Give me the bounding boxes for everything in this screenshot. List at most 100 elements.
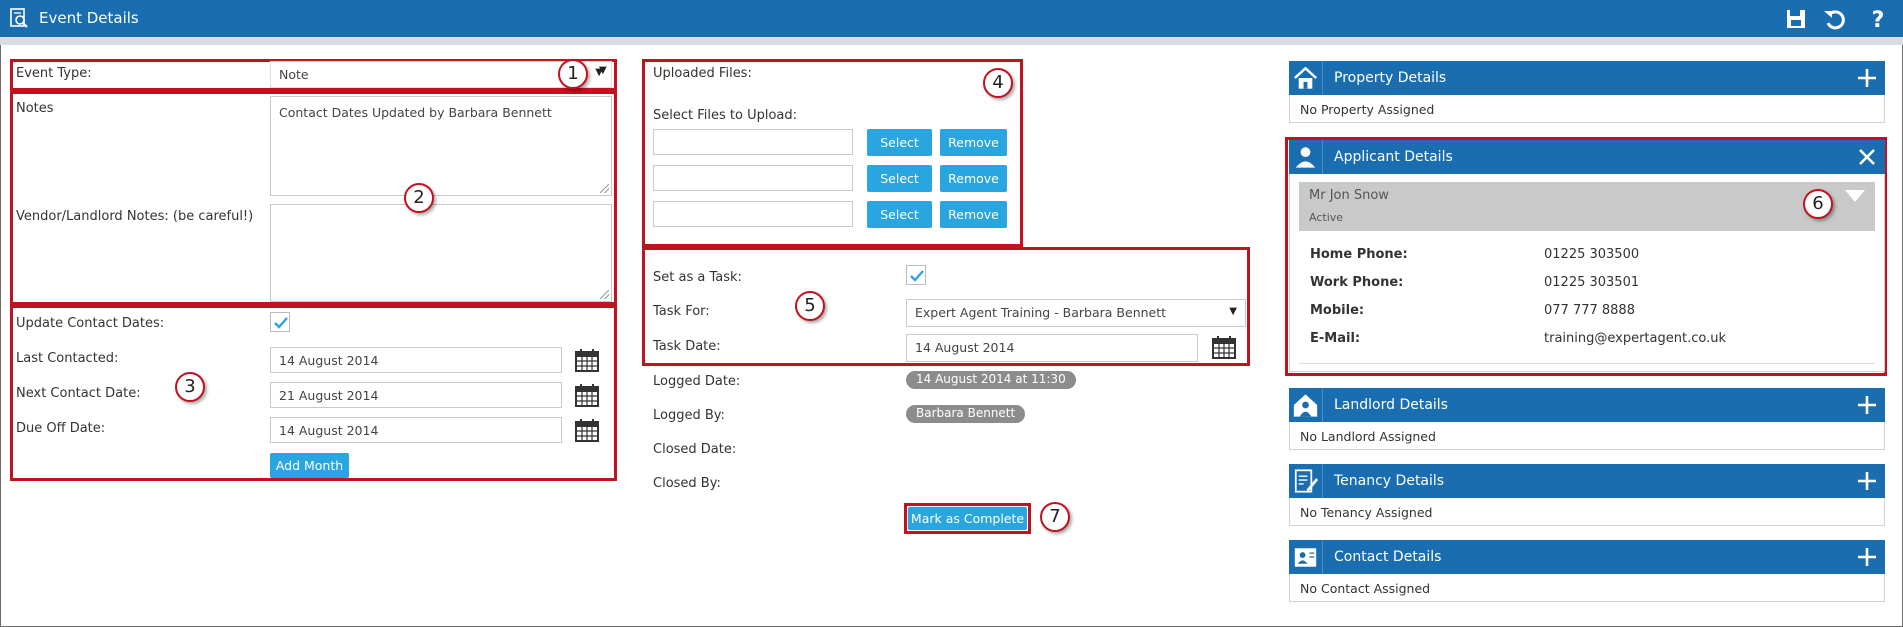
chevron-down-icon: ▼ [599,65,607,76]
due-off-label: Due Off Date: [16,421,106,436]
task-for-select[interactable]: Expert Agent Training - Barbara Bennett … [906,299,1246,327]
file-input[interactable] [653,165,853,191]
property-details-title: Property Details [1334,70,1447,86]
mark-as-complete-button[interactable]: Mark as Complete [908,507,1027,530]
landlord-details-header[interactable]: Landlord Details [1289,388,1885,422]
task-for-value: Expert Agent Training - Barbara Bennett [915,305,1167,320]
plus-icon[interactable] [1855,393,1879,417]
checkmark-icon [274,317,288,329]
chevron-down-icon: ▼ [1229,306,1237,317]
callout-5: 5 [795,291,825,321]
vendor-notes-label: Vendor/Landlord Notes: (be careful!) [16,209,254,224]
plus-icon[interactable] [1855,469,1879,493]
undo-icon[interactable] [1821,5,1849,33]
closed-date-label: Closed Date: [653,442,737,457]
file-input[interactable] [653,129,853,155]
add-month-button[interactable]: Add Month [270,453,349,478]
home-phone-label: Home Phone: [1310,247,1408,262]
callout-1: 1 [558,59,588,89]
event-type-label: Event Type: [16,66,92,81]
mobile-value: 077 777 8888 [1544,303,1635,318]
divider [1299,363,1875,364]
calendar-icon[interactable] [574,347,600,373]
title-bar: Event Details ? [0,0,1903,37]
logged-date-label: Logged Date: [653,374,741,389]
chevron-down-icon[interactable] [1845,190,1865,202]
header-divider [0,37,1903,45]
applicant-details-header[interactable]: Applicant Details [1289,140,1885,174]
tenancy-details-header[interactable]: Tenancy Details [1289,464,1885,498]
select-files-label: Select Files to Upload: [653,108,798,123]
callout-6: 6 [1803,189,1833,219]
task-for-label: Task For: [653,304,710,319]
select-file-button[interactable]: Select [867,201,932,228]
next-contact-input[interactable]: 21 August 2014 [270,382,562,408]
work-phone-label: Work Phone: [1310,275,1404,290]
task-date-label: Task Date: [653,339,721,354]
work-phone-value: 01225 303501 [1544,275,1640,290]
contact-card-icon [1289,540,1323,574]
landlord-details-title: Landlord Details [1334,397,1448,413]
home-phone-value: 01225 303500 [1544,247,1640,262]
notes-label: Notes [16,101,54,116]
contact-details-body: No Contact Assigned [1289,574,1885,602]
event-type-value: Note [279,67,309,82]
calendar-icon[interactable] [574,417,600,443]
mobile-label: Mobile: [1310,303,1365,318]
calendar-icon[interactable] [574,382,600,408]
save-icon[interactable] [1782,5,1810,33]
vendor-notes-textarea[interactable] [270,204,612,302]
update-contact-checkbox[interactable] [270,312,290,332]
close-icon[interactable] [1855,145,1879,169]
remove-file-button[interactable]: Remove [940,129,1007,156]
remove-file-button[interactable]: Remove [940,165,1007,192]
select-file-button[interactable]: Select [867,165,932,192]
task-date-input[interactable]: 14 August 2014 [906,334,1198,362]
landlord-details-body: No Landlord Assigned [1289,422,1885,450]
plus-icon[interactable] [1855,66,1879,90]
resize-grip-icon[interactable] [600,184,609,193]
due-off-input[interactable]: 14 August 2014 [270,417,562,443]
email-label: E-Mail: [1310,331,1361,346]
help-icon[interactable]: ? [1864,5,1892,33]
last-contacted-input[interactable]: 14 August 2014 [270,347,562,373]
remove-file-button[interactable]: Remove [940,201,1007,228]
tenancy-details-title: Tenancy Details [1334,473,1445,489]
set-task-checkbox[interactable] [906,265,926,285]
svg-text:?: ? [1872,8,1885,33]
event-search-icon [10,8,28,28]
update-contact-label: Update Contact Dates: [16,316,165,331]
logged-by-label: Logged By: [653,408,725,423]
logged-date-badge: 14 August 2014 at 11:30 [906,371,1076,389]
applicant-summary[interactable]: Mr Jon Snow Active [1299,182,1875,231]
property-details-body: No Property Assigned [1289,95,1885,123]
notes-value: Contact Dates Updated by Barbara Bennett [279,105,552,120]
checkmark-icon [910,270,924,282]
property-details-header[interactable]: Property Details [1289,61,1885,95]
document-edit-icon [1289,464,1323,498]
landlord-house-icon [1289,388,1323,422]
notes-textarea[interactable]: Contact Dates Updated by Barbara Bennett [270,96,612,196]
last-contacted-label: Last Contacted: [16,351,119,366]
logged-by-badge: Barbara Bennett [906,405,1026,423]
house-icon [1289,61,1323,95]
uploaded-files-label: Uploaded Files: [653,66,752,81]
set-task-label: Set as a Task: [653,270,742,285]
applicant-status: Active [1309,211,1344,224]
calendar-icon[interactable] [1211,334,1237,360]
contact-details-title: Contact Details [1334,549,1442,565]
resize-grip-icon[interactable] [600,290,609,299]
email-value: training@expertagent.co.uk [1544,331,1726,346]
callout-7: 7 [1040,502,1070,532]
contact-details-header[interactable]: Contact Details [1289,540,1885,574]
plus-icon[interactable] [1855,545,1879,569]
select-file-button[interactable]: Select [867,129,932,156]
closed-by-label: Closed By: [653,476,721,491]
applicant-details-title: Applicant Details [1334,149,1453,165]
callout-2: 2 [404,183,434,213]
file-input[interactable] [653,201,853,227]
callout-4: 4 [983,68,1013,98]
person-icon [1289,140,1323,174]
tenancy-details-body: No Tenancy Assigned [1289,498,1885,526]
next-contact-label: Next Contact Date: [16,386,141,401]
